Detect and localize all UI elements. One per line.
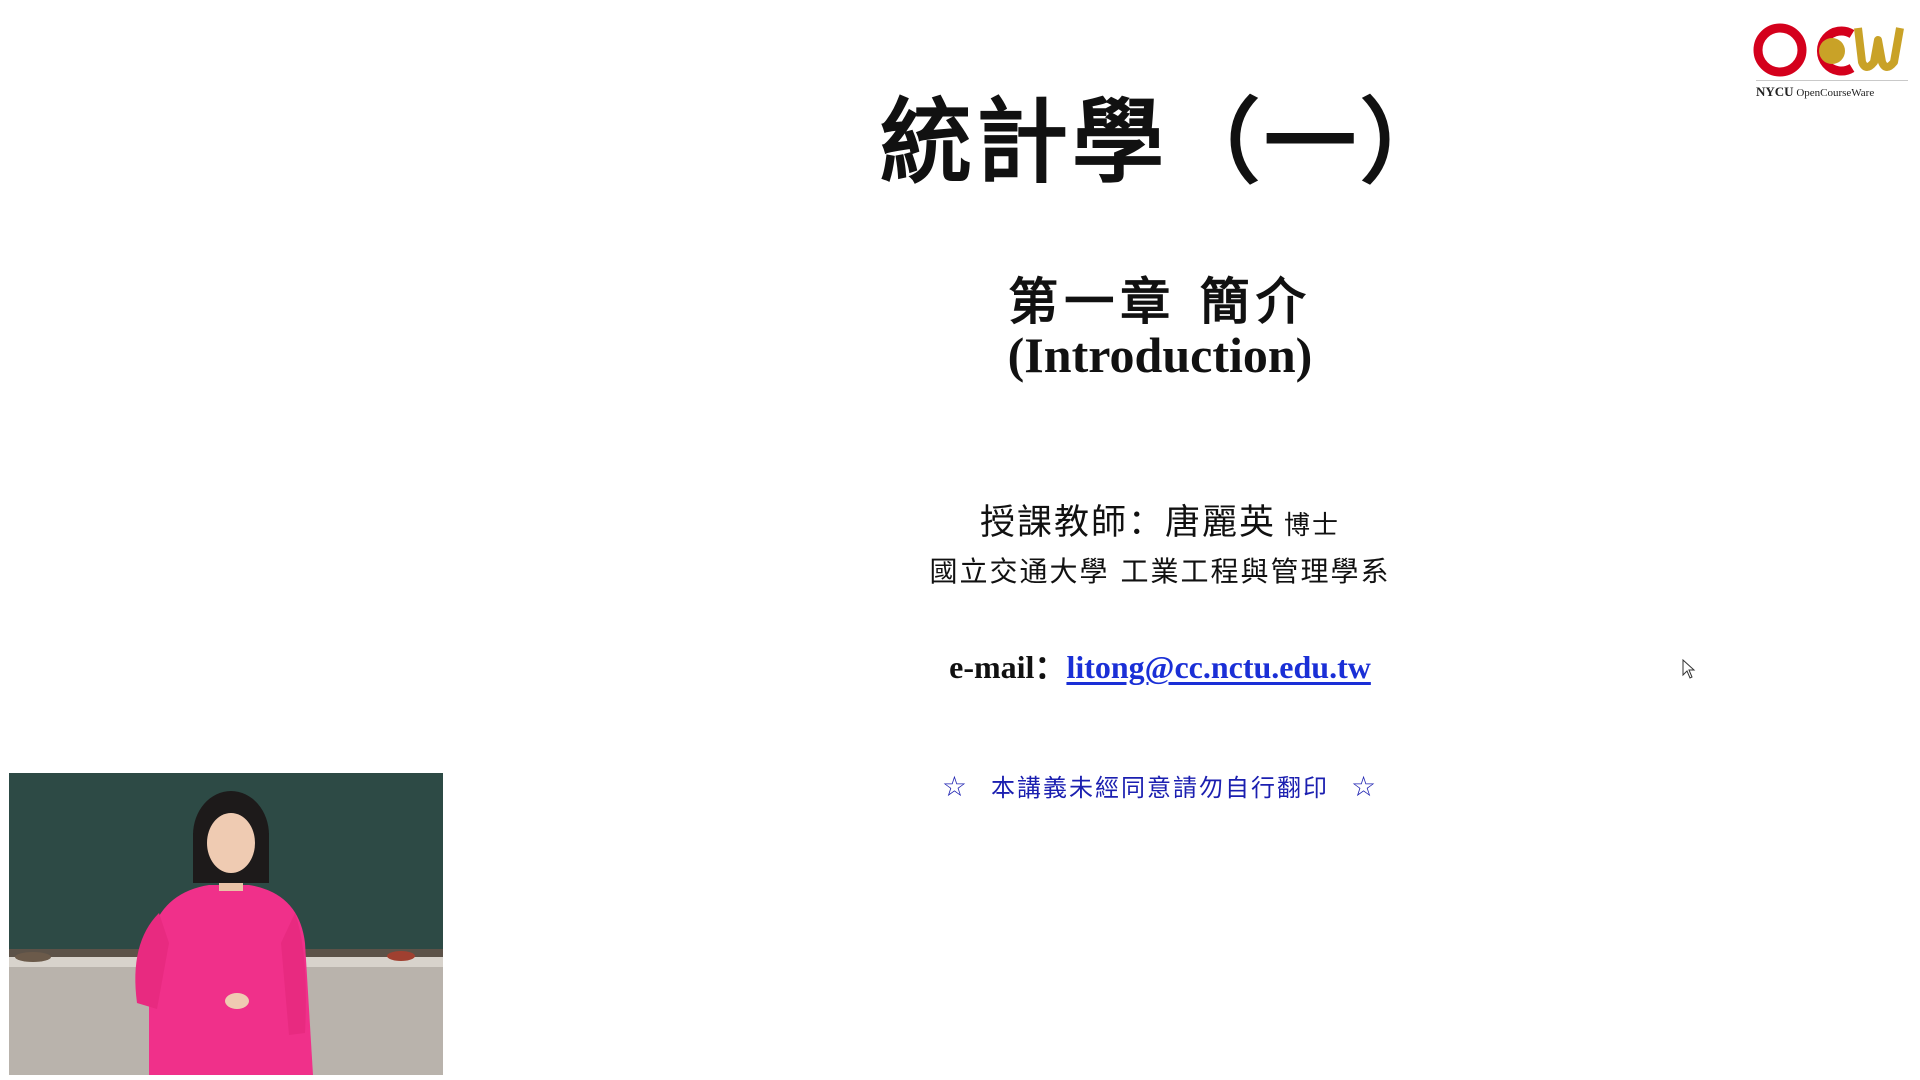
copyright-notice: ☆ 本講義未經同意請勿自行翻印 ☆ [900, 768, 1420, 803]
star-icon: ☆ [1351, 770, 1379, 803]
instructor-line: 授課教師：唐麗英 博士 [900, 494, 1420, 545]
logo-divider [1756, 80, 1908, 81]
chapter-title-english: (Introduction) [1007, 327, 1313, 383]
logo-org: NYCU [1756, 84, 1794, 99]
logo-caption-text: OpenCourseWare [1796, 87, 1875, 99]
department-line: 國立交通大學 工業工程與管理學系 [929, 555, 1391, 588]
slide: 統計學（一） 第一章 簡介 (Introduction) 授課教師：唐麗英 博士 … [0, 0, 1920, 1080]
copyright-notice-text: 本講義未經同意請勿自行翻印 [991, 774, 1329, 802]
lecture-video-frame: 統計學（一） 第一章 簡介 (Introduction) 授課教師：唐麗英 博士 … [0, 0, 1920, 1080]
email-label: e-mail： [949, 649, 1067, 685]
slide-title: 統計學（一） [880, 88, 1457, 196]
mouse-cursor-icon [1682, 659, 1696, 679]
star-icon: ☆ [941, 770, 969, 803]
chapter-title: 第一章 簡介 [1008, 272, 1312, 331]
logo-caption: NYCU OpenCourseWare [1756, 84, 1916, 100]
email-line: e-mail：litong@cc.nctu.edu.tw [880, 642, 1440, 688]
presenter-video [9, 773, 443, 1075]
email-link[interactable]: litong@cc.nctu.edu.tw [1066, 649, 1370, 685]
presenter-video-feed-icon [9, 773, 443, 1075]
instructor-honorific: 博士 [1284, 511, 1341, 541]
instructor-label: 授課教師：唐麗英 [979, 503, 1276, 543]
